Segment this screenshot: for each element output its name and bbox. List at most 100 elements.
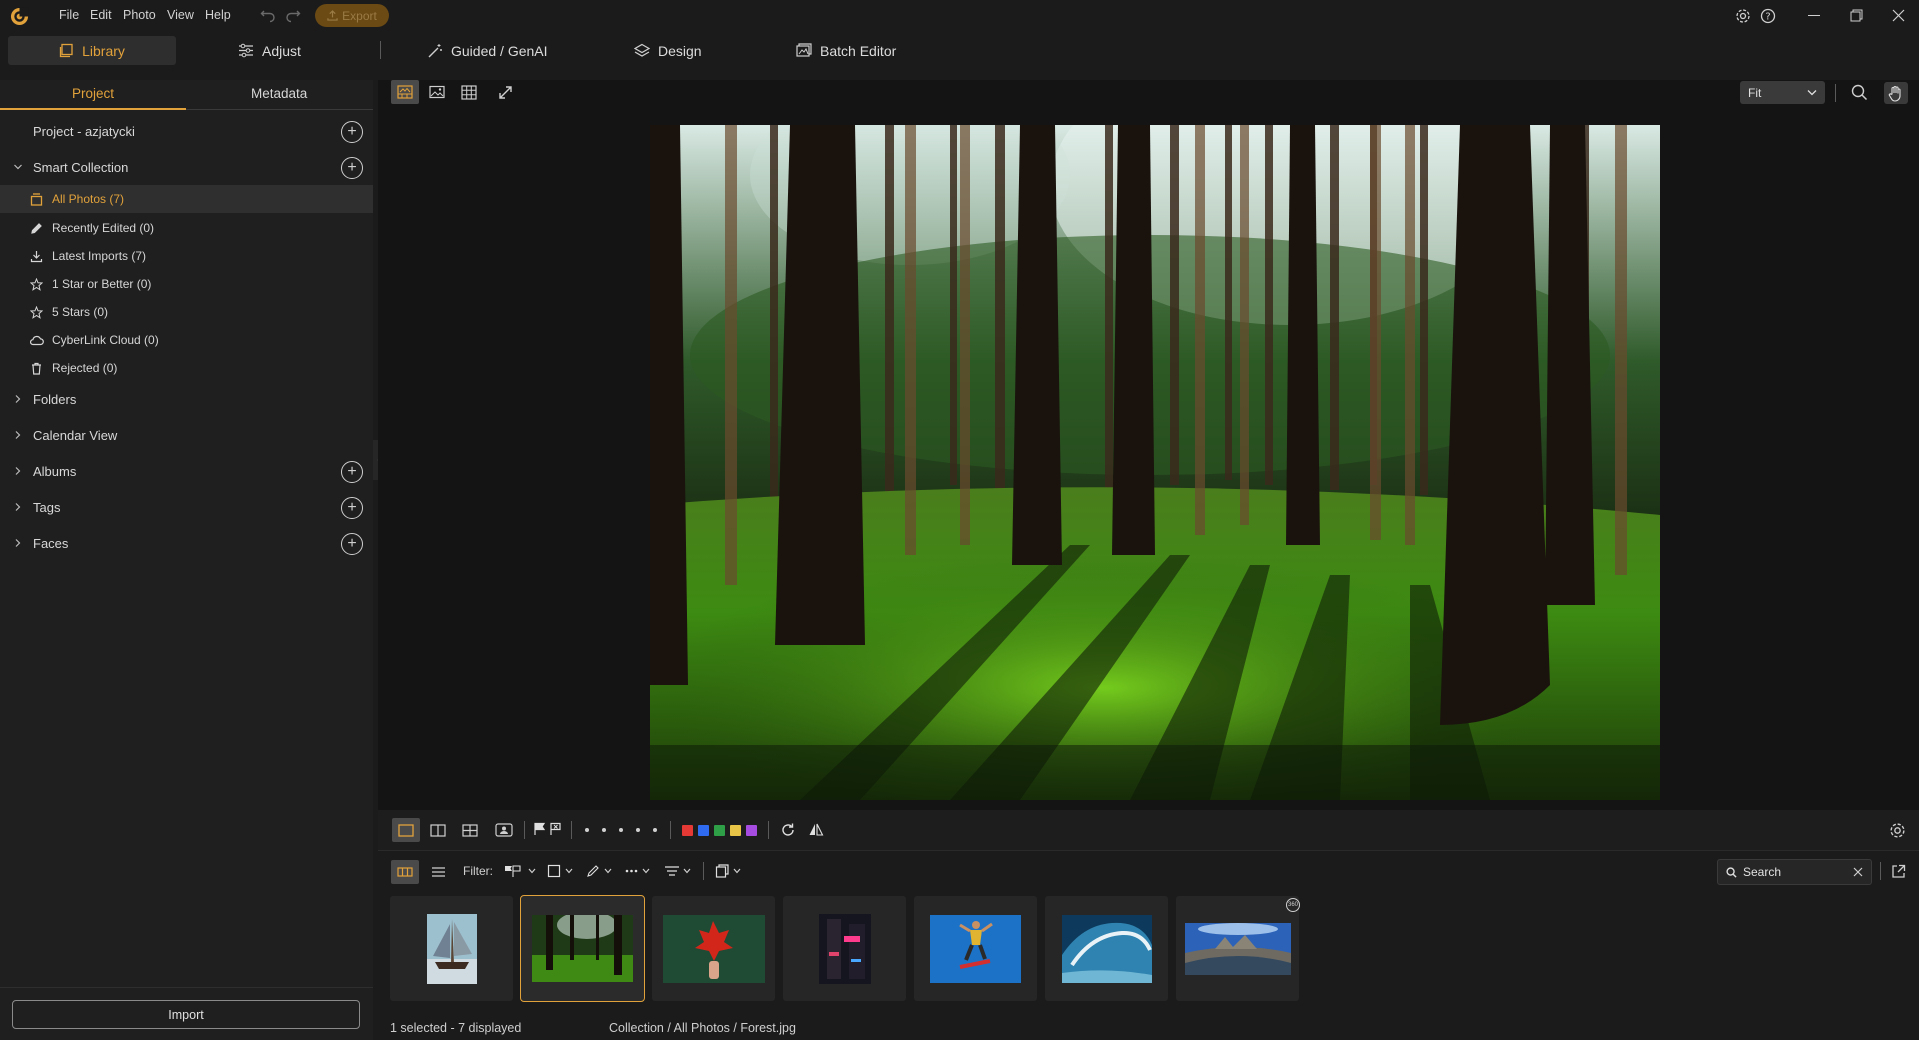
color-label-red[interactable] xyxy=(682,825,693,836)
help-icon[interactable]: ? xyxy=(1760,8,1776,24)
color-label-yellow[interactable] xyxy=(730,825,741,836)
rating-dot-3[interactable] xyxy=(619,828,623,832)
sidebar-item-1-star[interactable]: 1 Star or Better (0) xyxy=(0,270,373,298)
rating-dot-4[interactable] xyxy=(636,828,640,832)
tree-tags[interactable]: Tags xyxy=(0,493,373,521)
flip-icon[interactable] xyxy=(808,822,824,838)
filter-rating-dropdown[interactable] xyxy=(547,864,573,878)
rating-dot-2[interactable] xyxy=(602,828,606,832)
sidebar-item-latest-imports[interactable]: Latest Imports (7) xyxy=(0,242,373,270)
close-button[interactable] xyxy=(1892,9,1905,22)
tab-design[interactable]: Design xyxy=(634,36,702,65)
add-project-button[interactable]: + xyxy=(341,121,363,143)
survey-view-button[interactable] xyxy=(456,818,484,842)
add-album-button[interactable]: + xyxy=(341,461,363,483)
stack-dropdown[interactable] xyxy=(715,864,741,878)
tree-calendar-view[interactable]: Calendar View xyxy=(0,421,373,449)
rotate-icon[interactable] xyxy=(780,822,796,838)
menu-view[interactable]: View xyxy=(167,8,194,22)
filter-more-dropdown[interactable] xyxy=(624,864,650,878)
add-smart-collection-button[interactable]: + xyxy=(341,157,363,179)
single-frame-icon xyxy=(398,823,414,837)
color-label-blue[interactable] xyxy=(698,825,709,836)
zoom-select[interactable]: Fit xyxy=(1740,81,1825,104)
tab-library-label: Library xyxy=(82,42,125,59)
undo-icon[interactable] xyxy=(260,8,276,24)
thumbnail-view-button[interactable] xyxy=(391,860,419,884)
settings-gear-icon[interactable] xyxy=(1735,8,1751,24)
project-row[interactable]: Project - azjatycki xyxy=(0,117,373,145)
search-input[interactable]: Search xyxy=(1717,859,1872,885)
rating-dots[interactable] xyxy=(585,828,657,832)
menu-file[interactable]: File xyxy=(59,8,79,22)
tab-project[interactable]: Project xyxy=(72,86,114,101)
rating-dot-1[interactable] xyxy=(585,828,589,832)
hand-tool-button[interactable] xyxy=(1884,82,1908,104)
thumbnail-wave[interactable] xyxy=(1045,896,1168,1001)
tags-label: Tags xyxy=(33,499,61,515)
tab-adjust-label: Adjust xyxy=(262,42,301,59)
star-icon xyxy=(28,304,44,320)
sidebar-item-all-photos[interactable]: All Photos (7) xyxy=(0,185,373,213)
tab-library[interactable]: Library xyxy=(8,36,176,65)
people-view-button[interactable] xyxy=(490,818,518,842)
menu-edit[interactable]: Edit xyxy=(90,8,112,22)
menu-photo[interactable]: Photo xyxy=(123,8,156,22)
redo-icon[interactable] xyxy=(285,8,301,24)
color-labels[interactable] xyxy=(682,825,757,836)
tab-metadata[interactable]: Metadata xyxy=(251,86,307,101)
thumbnail-neon-street[interactable] xyxy=(783,896,906,1001)
view-browser-button[interactable] xyxy=(391,80,419,104)
sidebar-item-recently-edited[interactable]: Recently Edited (0) xyxy=(0,214,373,242)
color-label-green[interactable] xyxy=(714,825,725,836)
menu-help[interactable]: Help xyxy=(205,8,231,22)
add-tag-button[interactable]: + xyxy=(341,497,363,519)
import-button[interactable]: Import xyxy=(12,1000,360,1029)
view-grid-button[interactable] xyxy=(455,80,483,104)
tree-folders[interactable]: Folders xyxy=(0,385,373,413)
tree-albums[interactable]: Albums xyxy=(0,457,373,485)
sidebar-item-5-stars[interactable]: 5 Stars (0) xyxy=(0,298,373,326)
chevron-right-icon xyxy=(15,503,21,511)
popout-icon[interactable] xyxy=(1891,864,1906,879)
list-view-button[interactable] xyxy=(424,860,452,884)
tab-batch-editor[interactable]: Batch Editor xyxy=(796,36,896,65)
thumbnail-skateboarder[interactable] xyxy=(914,896,1037,1001)
view-single-button[interactable] xyxy=(423,80,451,104)
restore-button[interactable] xyxy=(1850,9,1863,22)
title-bar: File Edit Photo View Help Export ? xyxy=(0,0,1919,32)
add-face-button[interactable]: + xyxy=(341,533,363,555)
tab-adjust[interactable]: Adjust xyxy=(238,36,301,65)
color-label-purple[interactable] xyxy=(746,825,757,836)
filter-edit-dropdown[interactable] xyxy=(586,864,612,878)
filmstrip-settings-icon[interactable] xyxy=(1889,822,1906,839)
export-button[interactable]: Export xyxy=(315,4,389,27)
sliders-icon xyxy=(239,43,253,58)
single-view-button[interactable] xyxy=(392,818,420,842)
pencil-icon xyxy=(28,220,44,236)
chevron-down-icon xyxy=(642,868,650,874)
zoom-magnifier-icon[interactable] xyxy=(1851,84,1868,101)
smart-collection-row[interactable]: Smart Collection xyxy=(0,153,373,181)
thumbnail-forest-selected[interactable] xyxy=(520,895,645,1002)
clear-icon[interactable] xyxy=(1853,867,1863,877)
tab-guided-genai[interactable]: Guided / GenAI xyxy=(427,36,548,65)
stack-icon xyxy=(715,864,729,878)
filter-flag-dropdown[interactable] xyxy=(503,864,536,878)
rating-dot-5[interactable] xyxy=(653,828,657,832)
flag-pick-icon[interactable] xyxy=(533,822,547,836)
fullscreen-button[interactable] xyxy=(491,80,519,104)
rejected-label: Rejected (0) xyxy=(52,361,118,375)
compare-view-button[interactable] xyxy=(424,818,452,842)
sidebar-item-cyberlink-cloud[interactable]: CyberLink Cloud (0) xyxy=(0,326,373,354)
thumbnail-red-leaf[interactable] xyxy=(652,896,775,1001)
flag-reject-icon[interactable] xyxy=(549,822,563,836)
thumbnail-sailboat[interactable] xyxy=(390,896,513,1001)
thumbnail-image xyxy=(532,915,633,982)
thumbnail-panorama[interactable] xyxy=(1176,896,1299,1001)
sidebar-item-rejected[interactable]: Rejected (0) xyxy=(0,354,373,382)
faces-label: Faces xyxy=(33,535,69,551)
sort-dropdown[interactable] xyxy=(664,864,691,878)
tree-faces[interactable]: Faces xyxy=(0,529,373,557)
minimize-button[interactable] xyxy=(1808,15,1820,16)
